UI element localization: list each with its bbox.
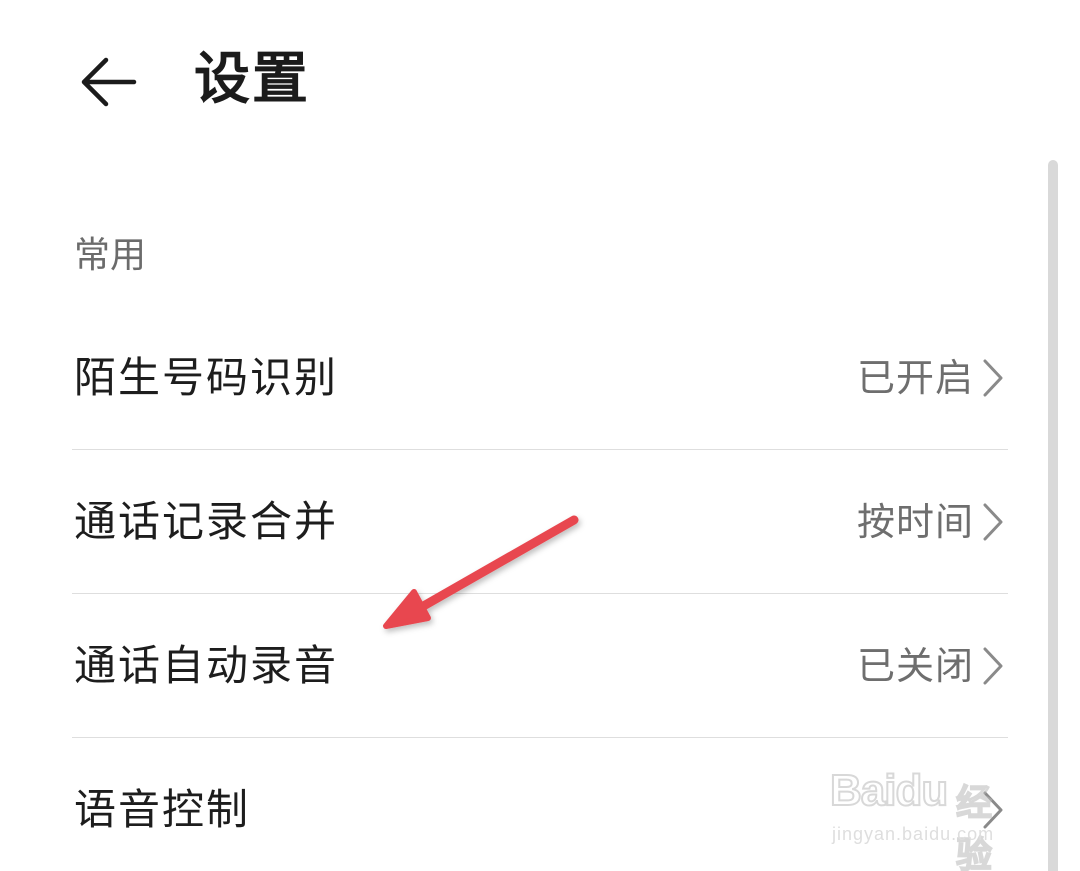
setting-item-right	[974, 787, 1008, 833]
setting-item-call-log-merge[interactable]: 通话记录合并 按时间	[72, 450, 1008, 594]
chevron-right-icon	[978, 355, 1008, 401]
setting-item-value: 已关闭	[856, 644, 974, 688]
setting-item-value: 按时间	[856, 500, 974, 544]
setting-item-auto-call-recording[interactable]: 通话自动录音 已关闭	[72, 594, 1008, 738]
chevron-right-icon	[978, 643, 1008, 689]
arrow-left-icon	[81, 57, 137, 107]
setting-item-label: 通话记录合并	[74, 497, 339, 546]
setting-item-voice-control[interactable]: 语音控制	[72, 738, 1008, 871]
setting-item-right: 按时间	[857, 494, 1008, 550]
setting-item-unknown-number-identification[interactable]: 陌生号码识别 已开启	[72, 306, 1008, 450]
settings-page: 设置 常用 陌生号码识别 已开启 通话记录合并 按时间 通话自动录音 已关闭 语…	[0, 0, 1080, 871]
setting-item-right: 已关闭	[857, 638, 1008, 694]
app-header: 设置	[0, 0, 1080, 160]
setting-item-right: 已开启	[857, 350, 1008, 406]
back-button[interactable]	[66, 40, 150, 124]
setting-item-value: 已开启	[856, 356, 974, 400]
settings-list: 陌生号码识别 已开启 通话记录合并 按时间 通话自动录音 已关闭 语音控制	[72, 306, 1008, 871]
setting-item-label: 通话自动录音	[74, 641, 339, 690]
section-label-common: 常用	[74, 235, 147, 276]
setting-item-label: 语音控制	[74, 785, 251, 834]
scrollbar[interactable]	[1048, 160, 1058, 871]
chevron-right-icon	[978, 499, 1008, 545]
chevron-right-icon	[978, 787, 1008, 833]
setting-item-label: 陌生号码识别	[74, 353, 339, 402]
page-title: 设置	[194, 47, 310, 112]
